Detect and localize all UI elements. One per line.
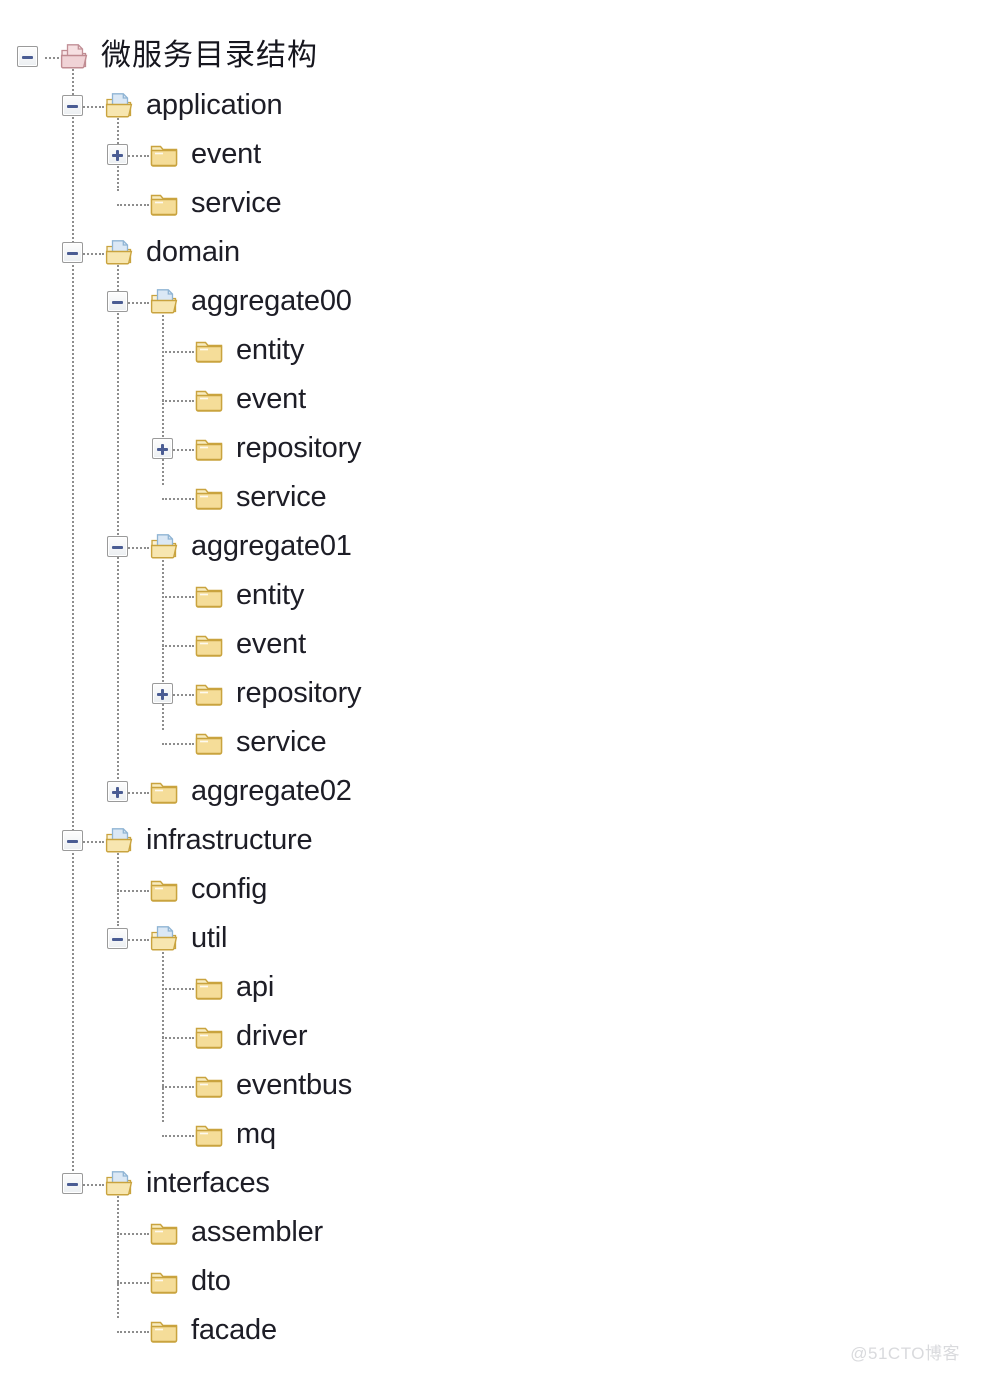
tree-node-label-agg01-event[interactable]: event bbox=[236, 630, 306, 659]
tree-node-label-aggregate00[interactable]: aggregate00 bbox=[191, 287, 352, 316]
tree-node-label-intf-facade[interactable]: facade bbox=[191, 1316, 277, 1345]
tree-node-label-agg00-repository[interactable]: repository bbox=[236, 434, 362, 463]
folder-closed-icon bbox=[195, 484, 223, 510]
folder-closed-icon bbox=[195, 1023, 223, 1049]
tree-guide-line bbox=[162, 1135, 194, 1137]
tree-node-label-util-driver[interactable]: driver bbox=[236, 1022, 308, 1051]
watermark: @51CTO博客 bbox=[850, 1344, 960, 1363]
tree-node-label-infra-config[interactable]: config bbox=[191, 875, 267, 904]
folder-closed-icon bbox=[150, 1268, 178, 1294]
tree-node-label-aggregate02[interactable]: aggregate02 bbox=[191, 777, 352, 806]
folder-closed-icon bbox=[150, 1219, 178, 1245]
collapse-node-button-infrastructure[interactable] bbox=[62, 830, 83, 851]
tree-node-label-util-api[interactable]: api bbox=[236, 973, 274, 1002]
tree-guide-line bbox=[117, 890, 149, 892]
tree-guide-line bbox=[162, 400, 194, 402]
folder-open-icon bbox=[105, 239, 133, 265]
collapse-node-button-domain[interactable] bbox=[62, 242, 83, 263]
folder-open-icon bbox=[150, 533, 178, 559]
tree-node-label-application-service[interactable]: service bbox=[191, 189, 282, 218]
tree-guide-line bbox=[117, 1331, 149, 1333]
folder-open-root-icon bbox=[60, 43, 88, 69]
tree-guide-line bbox=[162, 351, 194, 353]
tree-guide-line bbox=[117, 204, 149, 206]
collapse-node-button-aggregate01[interactable] bbox=[107, 536, 128, 557]
folder-closed-icon bbox=[150, 141, 178, 167]
folder-open-icon bbox=[105, 92, 133, 118]
folder-closed-icon bbox=[150, 1317, 178, 1343]
folder-closed-icon bbox=[195, 680, 223, 706]
tree-guide-line bbox=[162, 498, 194, 500]
tree-guide-line bbox=[117, 254, 119, 779]
tree-node-label-intf-dto[interactable]: dto bbox=[191, 1267, 231, 1296]
folder-open-icon bbox=[105, 827, 133, 853]
folder-closed-icon bbox=[195, 582, 223, 608]
folder-closed-icon bbox=[195, 1072, 223, 1098]
collapse-node-button-aggregate00[interactable] bbox=[107, 291, 128, 312]
tree-guide-line bbox=[162, 988, 194, 990]
collapse-node-button-interfaces[interactable] bbox=[62, 1173, 83, 1194]
tree-node-label-agg00-service[interactable]: service bbox=[236, 483, 327, 512]
tree-node-label-agg01-entity[interactable]: entity bbox=[236, 581, 304, 610]
tree-node-label-root[interactable]: 微服务目录结构 bbox=[101, 41, 318, 71]
tree-node-label-agg01-repository[interactable]: repository bbox=[236, 679, 362, 708]
tree-node-label-interfaces[interactable]: interfaces bbox=[146, 1169, 270, 1198]
folder-closed-icon bbox=[195, 386, 223, 412]
tree-node-label-agg01-service[interactable]: service bbox=[236, 728, 327, 757]
folder-closed-icon bbox=[150, 876, 178, 902]
folder-open-icon bbox=[105, 1170, 133, 1196]
tree-node-label-domain[interactable]: domain bbox=[146, 238, 240, 267]
tree-guide-line bbox=[162, 1086, 194, 1088]
tree-guide-line bbox=[117, 1282, 149, 1284]
expand-node-button-aggregate02[interactable] bbox=[107, 781, 128, 802]
tree-guide-line bbox=[72, 58, 74, 1171]
folder-closed-icon bbox=[150, 778, 178, 804]
tree-node-label-intf-assembler[interactable]: assembler bbox=[191, 1218, 323, 1247]
tree-guide-line bbox=[162, 645, 194, 647]
tree-node-label-infrastructure[interactable]: infrastructure bbox=[146, 826, 313, 855]
tree-guide-line bbox=[117, 1233, 149, 1235]
collapse-node-button-application[interactable] bbox=[62, 95, 83, 116]
directory-tree: 微服务目录结构 application event service domain aggr… bbox=[0, 0, 982, 1378]
collapse-node-button-infra-util[interactable] bbox=[107, 928, 128, 949]
tree-guide-line bbox=[162, 1037, 194, 1039]
folder-closed-icon bbox=[195, 974, 223, 1000]
folder-open-icon bbox=[150, 925, 178, 951]
tree-node-label-application[interactable]: application bbox=[146, 91, 283, 120]
tree-node-label-aggregate01[interactable]: aggregate01 bbox=[191, 532, 352, 561]
folder-closed-icon bbox=[195, 729, 223, 755]
tree-guide-line bbox=[117, 1185, 119, 1318]
tree-guide-line bbox=[45, 57, 59, 59]
tree-guide-line bbox=[162, 940, 164, 1122]
expand-node-button-agg00-repository[interactable] bbox=[152, 438, 173, 459]
expand-node-button-application-event[interactable] bbox=[107, 144, 128, 165]
tree-node-label-util-eventbus[interactable]: eventbus bbox=[236, 1071, 352, 1100]
folder-closed-icon bbox=[150, 190, 178, 216]
folder-open-icon bbox=[150, 288, 178, 314]
tree-guide-line bbox=[117, 842, 119, 926]
expand-node-button-agg01-repository[interactable] bbox=[152, 683, 173, 704]
tree-node-label-agg00-entity[interactable]: entity bbox=[236, 336, 304, 365]
folder-closed-icon bbox=[195, 1121, 223, 1147]
tree-guide-line bbox=[162, 743, 194, 745]
folder-closed-icon bbox=[195, 631, 223, 657]
tree-guide-line bbox=[162, 596, 194, 598]
tree-node-label-application-event[interactable]: event bbox=[191, 140, 261, 169]
collapse-node-button-root[interactable] bbox=[17, 46, 38, 67]
folder-closed-icon bbox=[195, 337, 223, 363]
folder-closed-icon bbox=[195, 435, 223, 461]
tree-node-label-util-mq[interactable]: mq bbox=[236, 1120, 276, 1149]
tree-node-label-agg00-event[interactable]: event bbox=[236, 385, 306, 414]
tree-node-label-infra-util[interactable]: util bbox=[191, 924, 227, 953]
